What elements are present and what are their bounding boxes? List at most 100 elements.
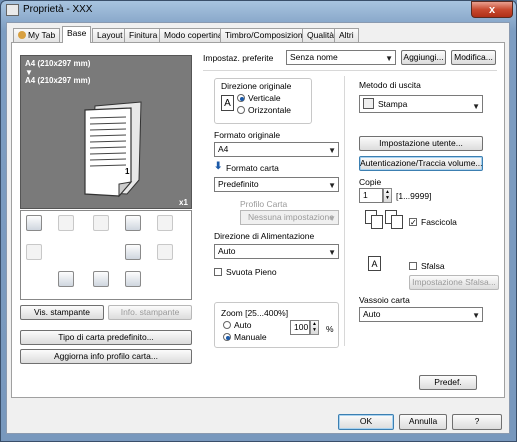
document-preview-icon [84,101,142,198]
zoom-unit: % [326,324,334,334]
zoom-auto-label: Auto [234,320,252,330]
chevron-down-icon: ▼ [328,181,336,190]
chevron-down-icon: ▼ [385,54,393,63]
portrait-label: Verticale [248,93,281,103]
collate-label: Fascicola [421,217,457,227]
my-tab-icon [18,31,26,39]
arrow-down-icon: ⬇ [214,161,223,172]
zoom-manual-label: Manuale [234,332,267,342]
collate-page-icon [391,215,403,229]
preview-paper-size: A4 (210x297 mm) [25,76,91,85]
printer-output-icon [26,215,42,231]
help-button[interactable]: ? [452,414,502,430]
divider [203,70,497,71]
printer-info-button[interactable]: Info. stampante [108,305,192,320]
output-method-label: Metodo di uscita [359,80,421,90]
paper-feed-select[interactable]: Auto ▼ [214,244,339,259]
collate-checkbox[interactable]: ✓ [409,218,417,227]
tab-my-tab[interactable]: My Tab [13,28,61,42]
paper-profile-label: Profilo Carta [240,199,288,209]
paper-profile-select[interactable]: Nessuna impostazione ▼ [240,210,339,225]
copies-stepper[interactable]: ▲ ▼ [383,188,392,203]
orientation-label: Direzione originale [221,81,292,91]
printer-view-button[interactable]: Vis. stampante [20,305,104,320]
output-tray-value: Auto [363,309,381,319]
tab-timbro-composizione[interactable]: Timbro/Composizione [220,28,313,42]
offset-settings-button[interactable]: Impostazione Sfalsa... [409,275,499,290]
original-size-select[interactable]: A4 ▼ [214,142,339,157]
original-size-label: Formato originale [214,130,281,140]
vertical-divider [344,76,345,346]
tab-finitura[interactable]: Finitura [124,28,163,42]
cover-icon [125,244,141,260]
paper-size-value: Predefinito [218,179,259,189]
zoom-auto-radio[interactable] [223,321,231,329]
output-tray-select[interactable]: Auto ▼ [359,307,483,322]
chevron-down-icon: ▼ [472,311,480,320]
ok-button[interactable]: OK [338,414,394,430]
zoom-stepper[interactable]: ▲ ▼ [310,320,319,335]
landscape-radio[interactable] [237,106,245,114]
default-button[interactable]: Predef. [419,375,477,390]
output-tray-label: Vassoio carta [359,295,410,305]
chevron-down-icon: ▼ [328,146,336,155]
favorites-label: Impostaz. preferite [203,53,274,63]
tab-modo-copertina[interactable]: Modo copertina [159,28,228,42]
copies-label: Copie [359,177,382,187]
collate-icon [125,215,141,231]
offset-label: Sfalsa [421,261,445,271]
zoom-manual-radio[interactable] [223,333,231,341]
favorites-select[interactable]: Senza nome ▼ [286,50,396,65]
chevron-down-icon: ▼ [472,102,480,111]
account-track-icon [93,271,109,287]
copies-input[interactable]: 1 [359,188,383,203]
function-icons-panel [20,210,192,300]
printer-icon [363,98,374,109]
portrait-page-icon: A [221,95,234,111]
preview-original-size: A4 (210x297 mm) [25,59,91,68]
punch-icon [157,215,173,231]
preview-page-number: 1 [125,167,130,176]
window-title: Proprietà - XXX [23,4,93,15]
paper-size-label: Formato carta [226,163,279,173]
fold-icon [157,244,173,260]
paper-feed-label: Direzione di Alimentazione [214,231,315,241]
original-size-value: A4 [218,144,229,154]
tab-altri[interactable]: Altri [334,28,359,42]
authentication-button[interactable]: Autenticazione/Traccia volume... [359,156,483,171]
title-bar[interactable]: Proprietà - XXX x [1,1,514,19]
staple-icon [58,215,74,231]
update-paper-profile-button[interactable]: Aggiorna info profilo carta... [20,349,192,364]
default-paper-type-button[interactable]: Tipo di carta predefinito... [20,330,192,345]
tab-layout[interactable]: Layout [92,28,128,42]
landscape-label: Orizzontale [248,105,291,115]
printer-app-icon [6,4,19,16]
paper-profile-value: Nessuna impostazione [248,212,334,222]
cancel-button[interactable]: Annulla [399,414,447,430]
copy-pages-icon [93,215,109,231]
close-button[interactable]: x [471,1,513,18]
user-auth-icon [58,271,74,287]
modify-favorite-button[interactable]: Modifica... [451,50,496,65]
tab-base[interactable]: Base [62,26,92,43]
paper-size-select[interactable]: Predefinito ▼ [214,177,339,192]
chevron-down-icon: ▼ [328,214,336,223]
empty-stack-label: Svuota Pieno [226,267,277,277]
preview-copies-count: x1 [179,198,188,207]
output-method-select[interactable]: Stampa ▼ [359,95,483,113]
output-method-value: Stampa [378,99,408,109]
stamp-icon [26,244,42,260]
paper-feed-value: Auto [218,246,236,256]
zoom-label: Zoom [25...400%] [221,308,289,318]
portrait-radio[interactable] [237,94,245,102]
favorites-value: Senza nome [290,52,338,62]
offset-checkbox[interactable] [409,262,417,270]
page-preview: A4 (210x297 mm) ▼ A4 (210x297 mm) 1 x1 [20,55,192,209]
zoom-value-input[interactable]: 100 [290,320,310,335]
chevron-down-icon: ▼ [328,248,336,257]
add-favorite-button[interactable]: Aggiungi... [401,50,446,65]
collate-page-icon [371,215,383,229]
empty-stack-checkbox[interactable] [214,268,222,276]
offset-page-icon: A [368,256,381,271]
user-settings-button[interactable]: Impostazione utente... [359,136,483,151]
